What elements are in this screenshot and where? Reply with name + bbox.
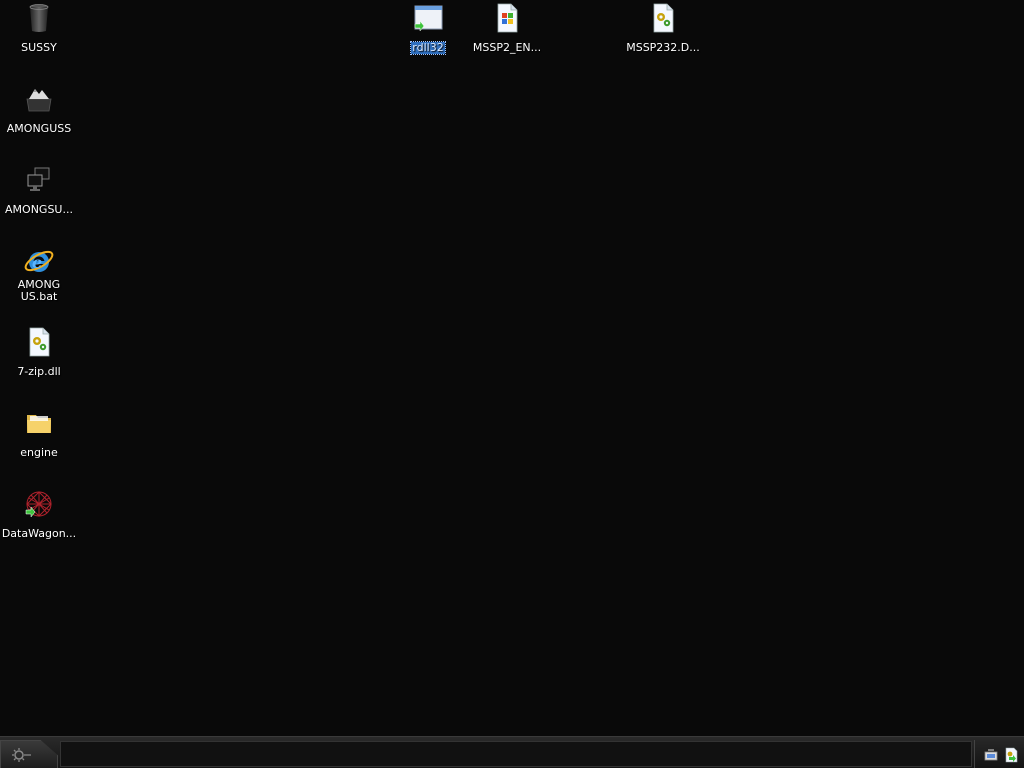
desktop-icon-label: rdll32 [410, 41, 446, 55]
desktop-icon-mssp2-en[interactable]: MSSP2_EN... [468, 2, 546, 55]
desktop-icon-label: AMONG US.bat [17, 278, 61, 303]
desktop-icon-sussy[interactable]: SUSSY [0, 2, 78, 55]
start-orb-icon [12, 748, 31, 762]
desktop-icon-datawagon[interactable]: DataWagon... [0, 488, 78, 541]
desktop-icon-label: SUSSY [21, 41, 57, 54]
network-tray-icon[interactable] [983, 747, 999, 763]
drive-icon [23, 83, 55, 115]
desktop-icon-amonguss[interactable]: AMONGUSS [0, 83, 78, 136]
desktop-icon-amongsu[interactable]: AMONGSU... [0, 164, 78, 217]
dll-file-icon [647, 2, 679, 34]
windows-file-icon [491, 2, 523, 34]
desktop-icon-engine[interactable]: engine [0, 407, 78, 460]
taskbar-task-area[interactable] [60, 741, 972, 767]
desktop-icon-label: MSSP2_EN... [472, 41, 542, 54]
folder-icon [23, 407, 55, 439]
desktop-icon-label: AMONGUSS [6, 122, 72, 135]
internet-explorer-icon: e [23, 245, 55, 277]
desktop-icon-among-us-bat[interactable]: e AMONG US.bat [0, 245, 78, 304]
update-tray-icon[interactable] [1003, 747, 1019, 763]
desktop-icon-label: engine [20, 446, 58, 459]
dll-file-icon [23, 326, 55, 358]
system-tray [974, 740, 1024, 768]
desktop-icon-label: AMONGSU... [5, 203, 73, 216]
desktop[interactable]: SUSSY AMONGUSS AMONGSU... e AMONG US.bat… [0, 0, 1024, 736]
start-button[interactable] [0, 740, 58, 768]
data-wagon-icon [23, 488, 55, 520]
desktop-icon-rdll32[interactable]: rdll32 [389, 2, 467, 55]
svg-text:e: e [32, 253, 42, 272]
desktop-icon-label: MSSP232.D... [626, 41, 700, 54]
network-icon [23, 164, 55, 196]
desktop-icon-7zip-dll[interactable]: 7-zip.dll [0, 326, 78, 379]
application-window-icon [412, 2, 444, 34]
recycle-bin-icon [23, 2, 55, 34]
desktop-icon-mssp232-d[interactable]: MSSP232.D... [624, 2, 702, 55]
desktop-icon-label: DataWagon... [1, 527, 77, 540]
desktop-icon-label: 7-zip.dll [17, 365, 61, 378]
taskbar [0, 736, 1024, 768]
